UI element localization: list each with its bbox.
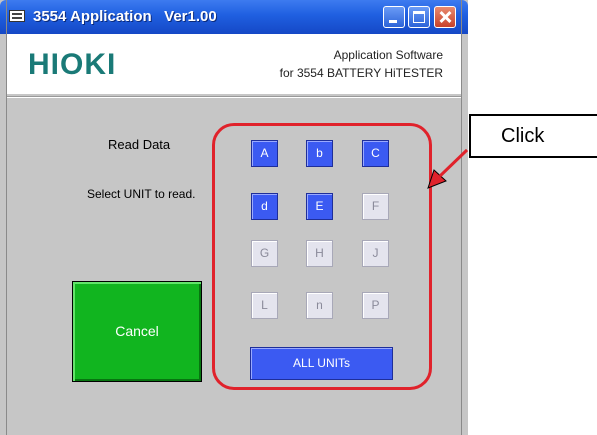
header-banner: HIOKI Application Software for 3554 BATT… (6, 34, 462, 94)
subtitle-line1: Application Software (333, 48, 443, 62)
maximize-icon[interactable] (408, 6, 430, 28)
cancel-button[interactable]: Cancel (72, 281, 202, 382)
hioki-logo: HIOKI (28, 48, 117, 81)
cancel-button-label: Cancel (115, 323, 159, 339)
title-bar[interactable]: 3554 Application Ver1.00 (0, 0, 468, 34)
app-window: 3554 Application Ver1.00 HIOKI Applicati… (0, 0, 468, 435)
close-icon[interactable] (434, 6, 456, 28)
minimize-icon[interactable] (383, 6, 405, 28)
click-callout: Click (469, 114, 597, 158)
callout-text: Click (501, 125, 545, 147)
highlight-outline (212, 123, 432, 390)
window-title: 3554 Application Ver1.00 (33, 8, 217, 25)
header-divider (6, 96, 462, 98)
select-unit-label: Select UNIT to read. (87, 187, 196, 201)
arrow-icon (427, 148, 469, 189)
read-data-label: Read Data (108, 137, 171, 152)
app-icon (9, 10, 25, 22)
subtitle-line2: for 3554 BATTERY HiTESTER (279, 66, 443, 80)
